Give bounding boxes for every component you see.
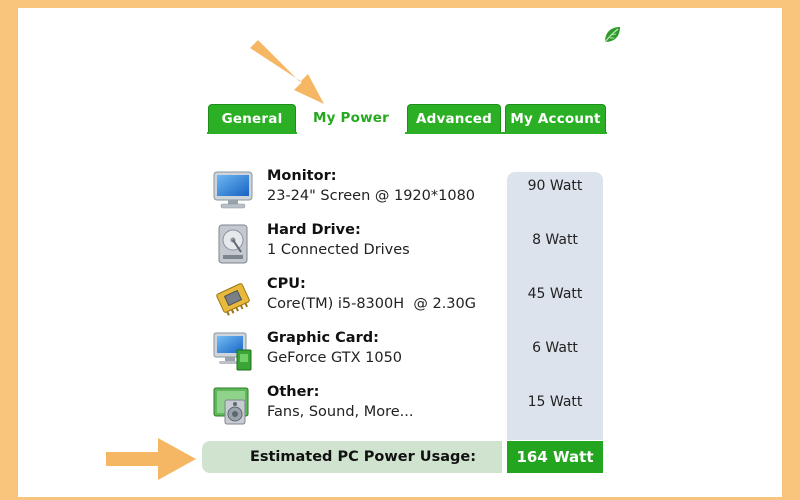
component-description: GeForce GTX 1050 — [267, 350, 403, 366]
component-title: CPU: — [267, 276, 306, 292]
pointer-arrow-icon — [106, 438, 196, 480]
graphic-card-icon — [213, 332, 252, 371]
tab-my-power[interactable]: My Power — [299, 104, 403, 132]
total-label-text: Estimated PC Power Usage: — [249, 449, 476, 465]
component-title: Graphic Card: — [267, 330, 379, 346]
component-description: Fans, Sound, More... — [267, 404, 414, 420]
speaker-icon — [213, 387, 249, 425]
component-row-hard-drive: Hard Drive: 1 Connected Drives 8 Watt — [207, 220, 607, 274]
component-watt: 8 Watt — [532, 232, 578, 248]
component-title: Monitor: — [267, 168, 337, 184]
component-description: Core(TM) i5-8300H @ 2.30G — [267, 296, 476, 312]
hard-drive-icon — [218, 224, 248, 264]
component-title: Hard Drive: — [267, 222, 361, 238]
monitor-icon — [213, 171, 253, 209]
component-row-cpu: CPU: Core(TM) i5-8300H @ 2.30G 45 Watt — [207, 274, 607, 328]
tab-my-account[interactable]: My Account — [505, 104, 606, 132]
component-description: 1 Connected Drives — [267, 242, 410, 258]
tab-advanced[interactable]: Advanced — [407, 104, 501, 132]
component-watt: 6 Watt — [532, 340, 578, 356]
leaf-icon — [604, 27, 620, 43]
component-description: 23-24" Screen @ 1920*1080 — [267, 188, 476, 204]
component-row-graphic-card: Graphic Card: GeForce GTX 1050 6 Watt — [207, 328, 607, 382]
component-row-other: Other: Fans, Sound, More... 15 Watt — [207, 382, 607, 436]
tab-general[interactable]: General — [208, 104, 296, 132]
cpu-chip-icon — [216, 283, 250, 316]
total-usage-value: 164 Watt — [507, 441, 603, 473]
total-usage-label: Estimated PC Power Usage: — [202, 441, 502, 473]
tab-bar: General My Power Advanced My Account — [207, 104, 607, 134]
component-watt: 90 Watt — [527, 178, 583, 194]
pointer-arrow-icon — [250, 40, 324, 104]
component-watt: 15 Watt — [527, 394, 583, 410]
component-title: Other: — [267, 384, 320, 400]
component-row-monitor: Monitor: 23-24" Screen @ 1920*1080 90 Wa… — [207, 166, 607, 220]
component-watt: 45 Watt — [527, 286, 583, 302]
